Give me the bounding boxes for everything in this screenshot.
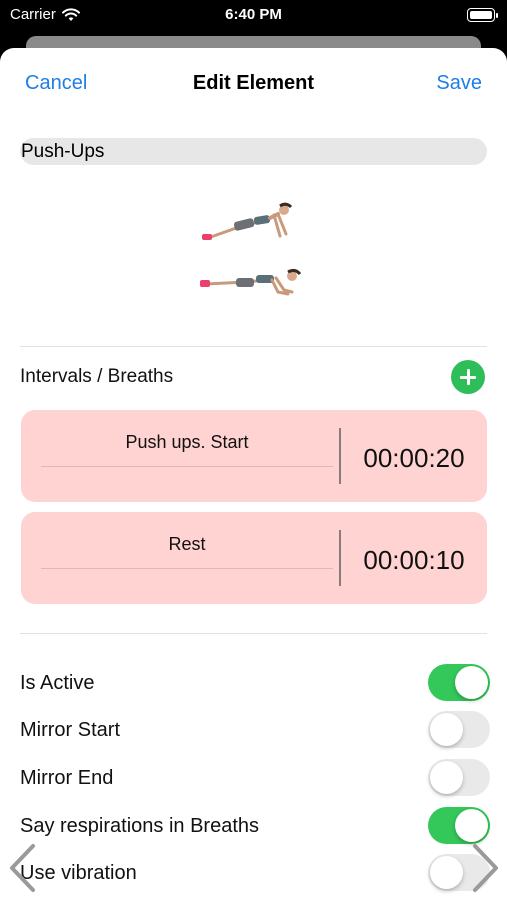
is-active-toggle[interactable] [428, 664, 490, 701]
setting-label: Say respirations in Breaths [20, 815, 260, 837]
save-button[interactable]: Save [436, 72, 482, 95]
setting-row-use-vibration: Use vibration [0, 854, 507, 894]
battery-icon [467, 8, 498, 22]
setting-row-mirror-start: Mirror Start [0, 711, 507, 751]
interval-card[interactable]: Rest 00:00:10 [21, 512, 487, 604]
setting-label: Use vibration [20, 862, 137, 884]
chevron-right-icon[interactable] [471, 842, 501, 894]
setting-row-mirror-end: Mirror End [0, 759, 507, 799]
interval-label-underline [41, 568, 333, 569]
mirror-end-toggle[interactable] [428, 759, 490, 796]
status-time: 6:40 PM [225, 6, 282, 23]
edit-element-sheet: Cancel Edit Element Save Intervals / [0, 48, 507, 900]
interval-card[interactable]: Push ups. Start 00:00:20 [21, 410, 487, 502]
section-divider [20, 346, 487, 347]
interval-label[interactable]: Push ups. Start [41, 432, 333, 453]
interval-label-underline [41, 466, 333, 467]
mirror-start-toggle[interactable] [428, 711, 490, 748]
chevron-left-icon[interactable] [7, 842, 37, 894]
exercise-name-field[interactable] [20, 138, 487, 165]
setting-row-is-active: Is Active [0, 664, 507, 704]
setting-label: Is Active [20, 672, 95, 694]
interval-duration[interactable]: 00:00:20 [341, 443, 487, 474]
intervals-section-title: Intervals / Breaths [20, 366, 174, 387]
setting-row-say-respirations: Say respirations in Breaths [0, 807, 507, 847]
interval-label[interactable]: Rest [41, 534, 333, 555]
setting-label: Mirror End [20, 767, 114, 789]
say-respirations-toggle[interactable] [428, 807, 490, 844]
status-bar: Carrier 6:40 PM [0, 0, 507, 30]
add-interval-button[interactable] [451, 360, 485, 394]
nav-bar: Cancel Edit Element Save [0, 48, 507, 120]
section-divider [20, 633, 487, 634]
setting-label: Mirror Start [20, 719, 120, 741]
interval-duration[interactable]: 00:00:10 [341, 545, 487, 576]
cancel-button[interactable]: Cancel [25, 72, 87, 95]
push-up-illustration[interactable] [196, 200, 312, 316]
plank-figure [202, 202, 293, 240]
lowered-figure [200, 268, 302, 296]
